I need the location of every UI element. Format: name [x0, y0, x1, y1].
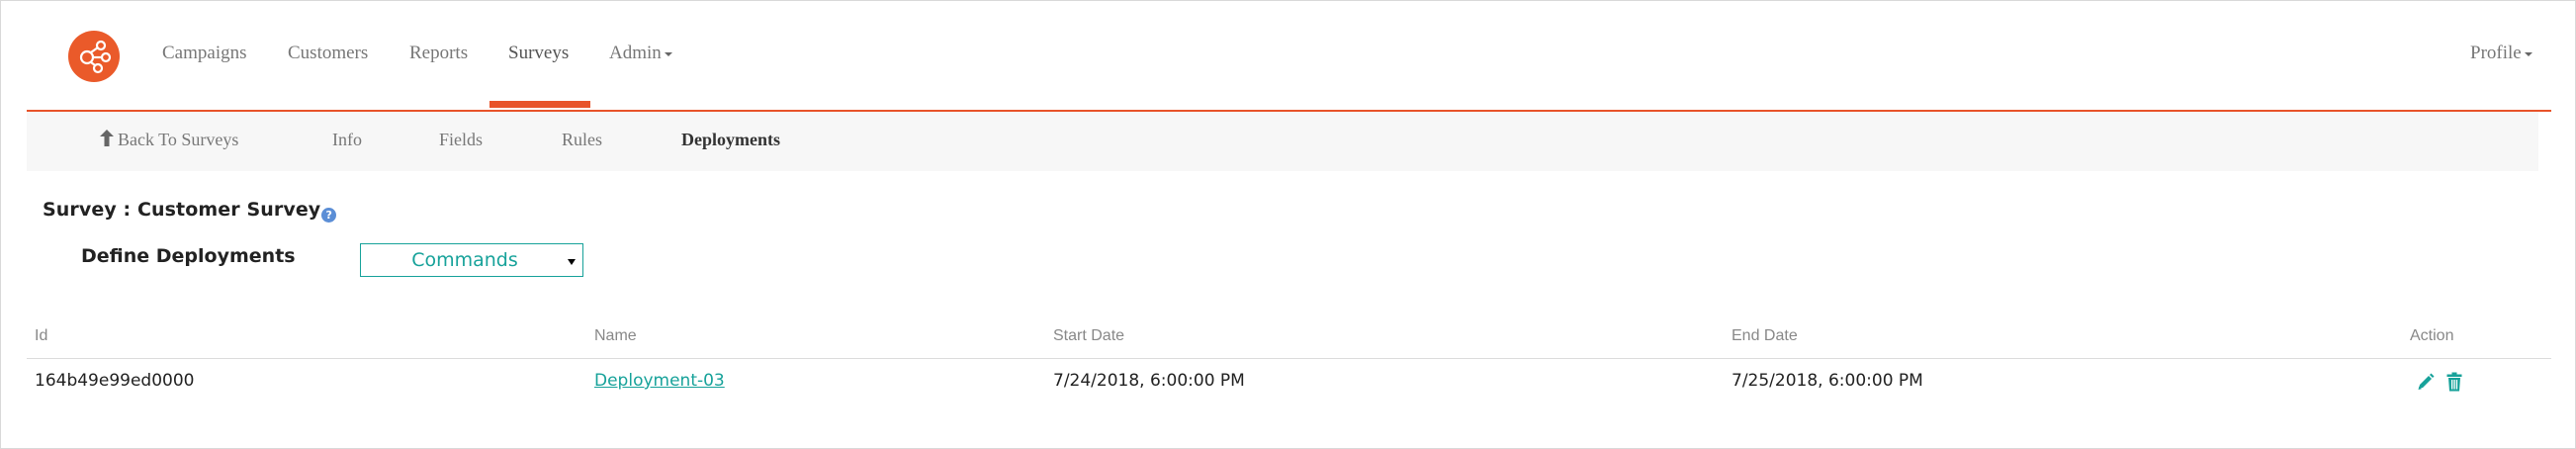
- column-header-start-date: Start Date: [1053, 327, 1125, 344]
- survey-title: Survey : Customer Survey?: [43, 199, 337, 223]
- caret-down-icon: [664, 51, 672, 56]
- caret-down-icon: [2524, 51, 2532, 56]
- row-actions: [2417, 372, 2462, 397]
- column-header-name: Name: [594, 327, 637, 344]
- table-row: 164b49e99ed0000 Deployment-03 7/24/2018,…: [27, 359, 2551, 408]
- column-header-id: Id: [35, 327, 48, 344]
- nav-reports[interactable]: Reports: [409, 43, 468, 64]
- edit-pencil-icon[interactable]: [2417, 373, 2435, 396]
- tab-deployments[interactable]: Deployments: [681, 130, 780, 150]
- caret-down-icon: [568, 259, 576, 265]
- top-navbar: Campaigns Customers Reports Surveys Admi…: [27, 1, 2551, 112]
- commands-dropdown[interactable]: Commands: [360, 243, 583, 277]
- cell-start-date: 7/24/2018, 6:00:00 PM: [1053, 371, 1245, 391]
- table-header: Id Name Start Date End Date Action: [27, 320, 2551, 359]
- nav-admin[interactable]: Admin: [609, 43, 672, 64]
- column-header-action: Action: [2410, 327, 2454, 344]
- survey-subnav: Back To Surveys Info Fields Rules Deploy…: [27, 112, 2538, 171]
- tab-fields[interactable]: Fields: [439, 130, 483, 150]
- delete-trash-icon[interactable]: [2446, 372, 2462, 397]
- nav-profile-label: Profile: [2470, 43, 2522, 63]
- arrow-up-icon: [100, 130, 114, 146]
- back-to-surveys-link[interactable]: Back To Surveys: [100, 130, 238, 150]
- help-icon[interactable]: ?: [321, 208, 337, 223]
- active-nav-indicator: [489, 101, 590, 108]
- cell-id: 164b49e99ed0000: [35, 371, 195, 391]
- app-frame: Campaigns Customers Reports Surveys Admi…: [0, 0, 2576, 449]
- nav-customers[interactable]: Customers: [288, 43, 368, 64]
- nav-profile[interactable]: Profile: [2470, 43, 2532, 64]
- deployment-name-link[interactable]: Deployment-03: [594, 371, 725, 391]
- column-header-end-date: End Date: [1732, 327, 1798, 344]
- back-to-surveys-label: Back To Surveys: [118, 130, 239, 149]
- define-deployments-label: Define Deployments: [81, 245, 296, 267]
- nav-admin-label: Admin: [609, 43, 662, 63]
- deployments-table: Id Name Start Date End Date Action 164b4…: [27, 320, 2551, 408]
- brand-logo-icon[interactable]: [68, 31, 120, 82]
- tab-info[interactable]: Info: [332, 130, 362, 150]
- survey-title-text: Survey : Customer Survey: [43, 199, 321, 221]
- tab-rules[interactable]: Rules: [562, 130, 602, 150]
- nav-surveys[interactable]: Surveys: [508, 43, 569, 64]
- commands-dropdown-label: Commands: [411, 249, 518, 271]
- nav-campaigns[interactable]: Campaigns: [162, 43, 247, 64]
- cell-name: Deployment-03: [594, 371, 725, 391]
- cell-end-date: 7/25/2018, 6:00:00 PM: [1732, 371, 1923, 391]
